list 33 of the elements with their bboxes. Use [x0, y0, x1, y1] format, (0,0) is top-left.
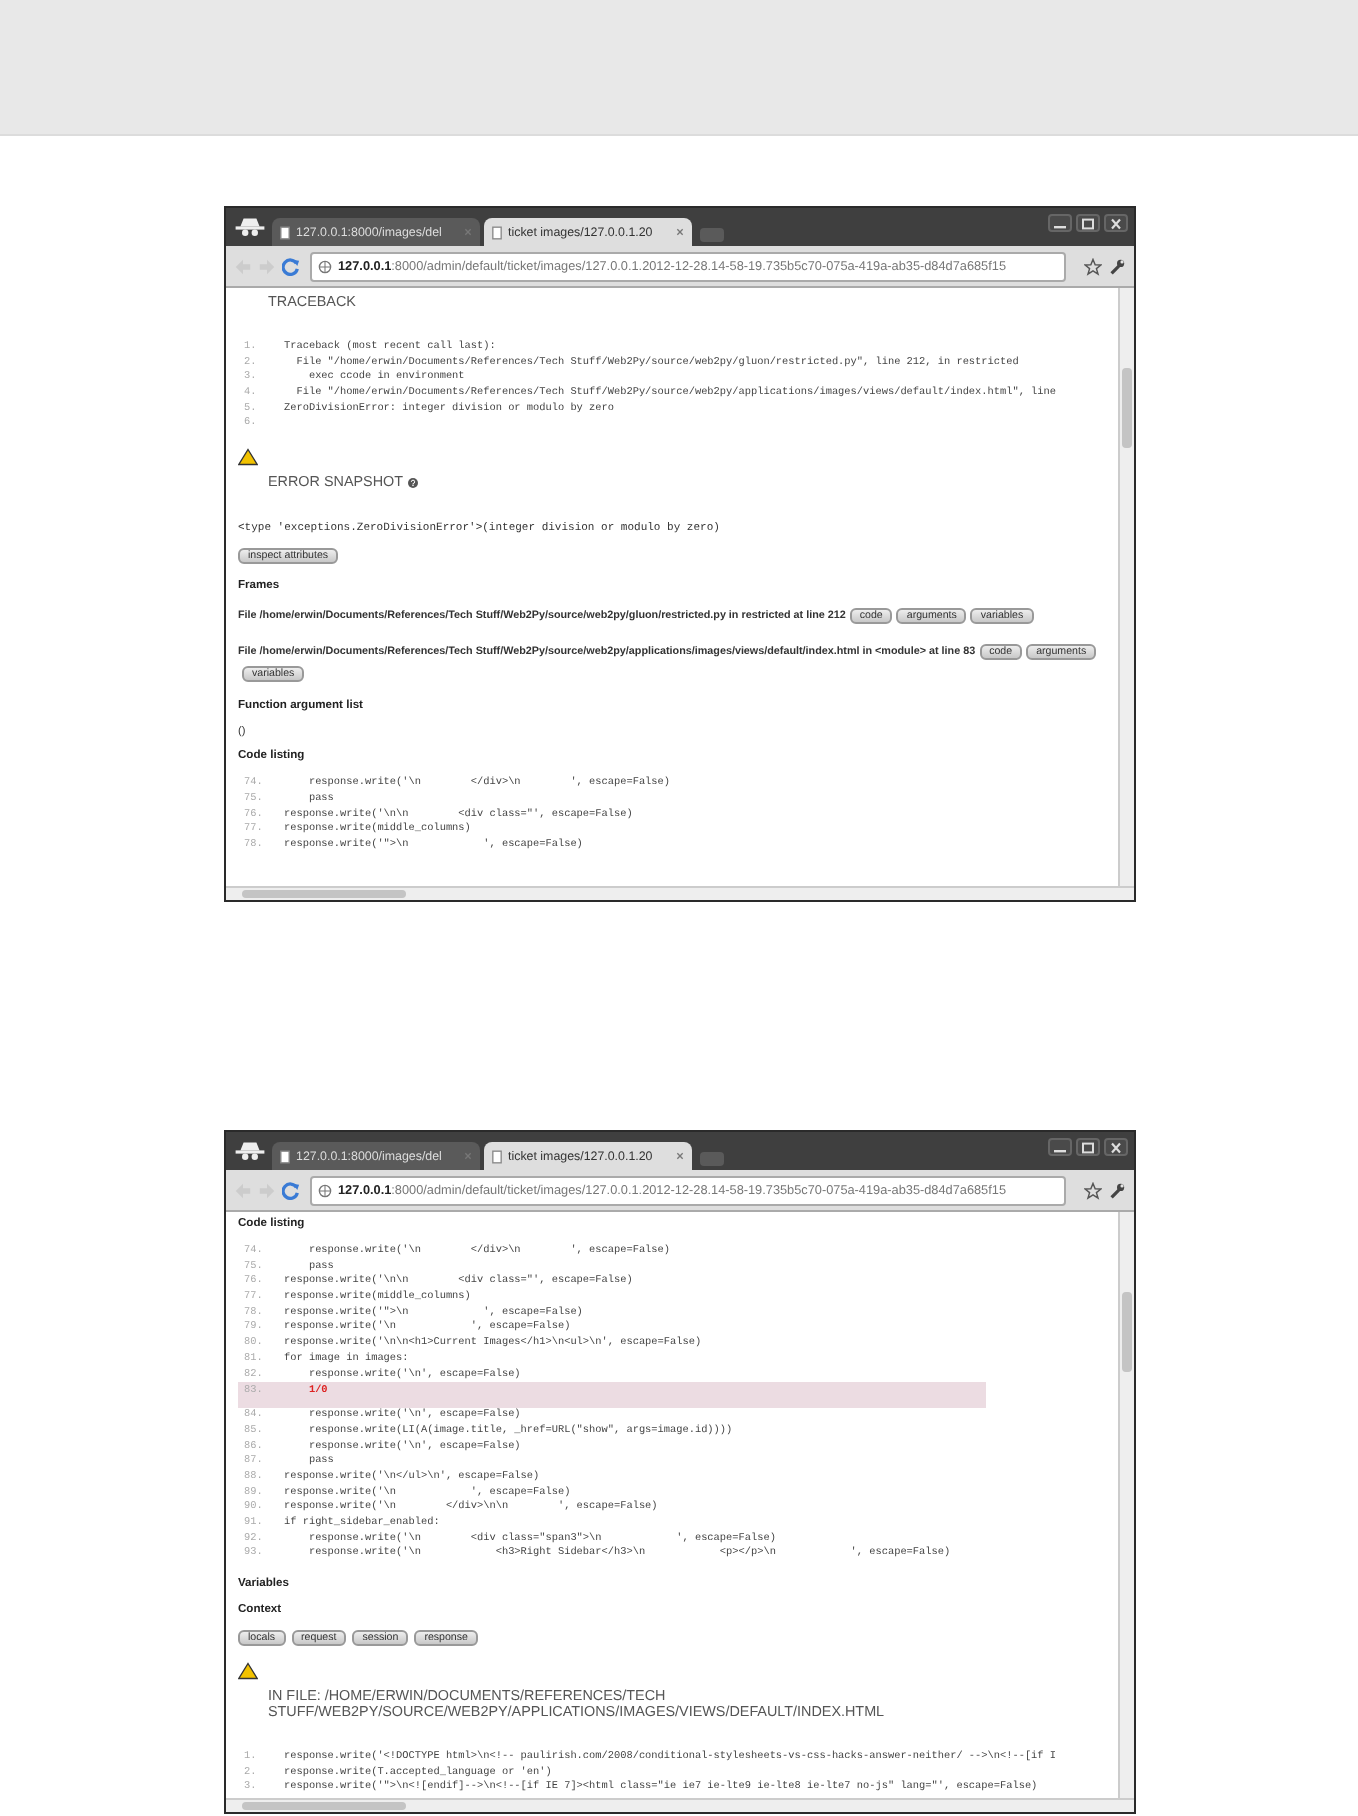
wrench-icon[interactable] [1108, 1181, 1126, 1199]
page-icon [280, 1149, 290, 1163]
globe-icon [318, 259, 332, 273]
help-icon[interactable] [407, 477, 417, 488]
warning-icon [238, 448, 258, 467]
hat-figure-icon [234, 216, 266, 240]
vertical-scrollbar[interactable] [1118, 288, 1134, 886]
globe-icon [318, 1183, 332, 1197]
close-button[interactable] [1104, 214, 1128, 232]
reload-icon[interactable] [282, 1181, 300, 1199]
close-icon[interactable] [676, 1152, 684, 1160]
vertical-scrollbar[interactable] [1118, 1212, 1134, 1798]
close-button[interactable] [1104, 1138, 1128, 1156]
maximize-icon [1080, 1141, 1096, 1153]
horizontal-scrollbar[interactable] [226, 1798, 1134, 1812]
minimize-button[interactable] [1048, 214, 1072, 232]
close-icon [1108, 1141, 1124, 1153]
page-icon [492, 1149, 502, 1163]
close-icon [1108, 217, 1124, 229]
warning-icon [238, 1662, 258, 1681]
star-icon[interactable] [1084, 1181, 1102, 1199]
star-icon[interactable] [1084, 257, 1102, 275]
page-icon [280, 225, 290, 239]
hat-figure-icon [234, 1140, 266, 1164]
reload-icon[interactable] [282, 257, 300, 275]
minimize-button[interactable] [1048, 1138, 1072, 1156]
maximize-icon [1080, 217, 1096, 229]
wrench-icon[interactable] [1108, 257, 1126, 275]
page-icon [492, 225, 502, 239]
maximize-button[interactable] [1076, 1138, 1100, 1156]
close-icon[interactable] [676, 228, 684, 236]
horizontal-scrollbar[interactable] [226, 886, 1134, 900]
maximize-button[interactable] [1076, 214, 1100, 232]
